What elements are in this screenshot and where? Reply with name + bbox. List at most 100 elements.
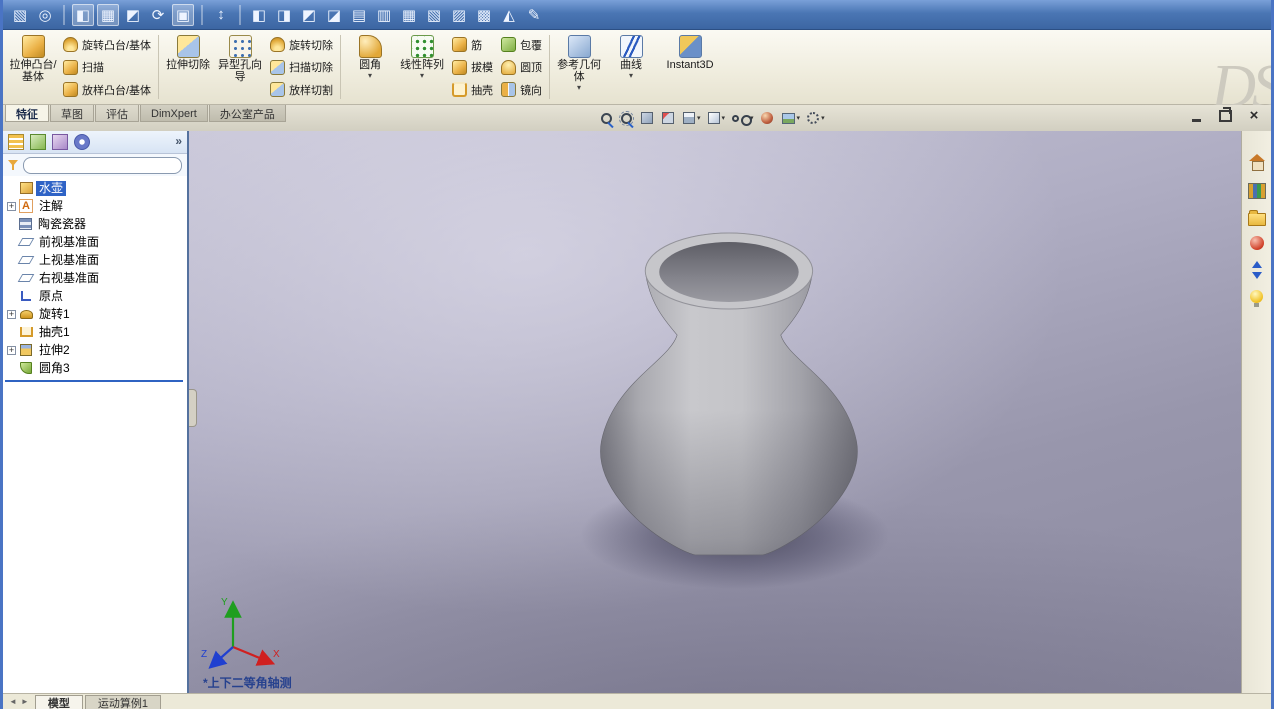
revolved-boss-button[interactable]: 旋转凸台/基体 — [59, 35, 155, 54]
expand-icon[interactable]: + — [7, 201, 16, 211]
fillet-button[interactable]: 圆角 ▾ — [344, 32, 396, 102]
linear-pattern-button[interactable]: 线性阵列 ▾ — [396, 32, 448, 102]
extruded-boss-button[interactable]: 拉伸凸台/基体 — [7, 32, 59, 102]
graphics-viewport[interactable]: Y X Z *上下二等角轴测 — [189, 131, 1241, 693]
featuremanager-tab[interactable] — [6, 132, 26, 152]
dome-button[interactable]: 圆顶 — [497, 58, 546, 77]
appearances-icon[interactable] — [1249, 236, 1264, 250]
lofted-boss-button[interactable]: 放样凸台/基体 — [59, 80, 155, 99]
display-style-icon[interactable]: ▾ — [707, 112, 725, 124]
tab-evaluate[interactable]: 评估 — [95, 105, 139, 122]
view-settings-icon[interactable]: ▾ — [807, 112, 825, 124]
tree-item-shell1[interactable]: 抽壳1 — [3, 323, 187, 341]
curves-button[interactable]: 曲线 ▾ — [605, 32, 657, 102]
lofted-cut-button[interactable]: 放样切割 — [266, 80, 337, 99]
shaded-display-icon[interactable]: ◩ — [122, 4, 144, 26]
apply-scene-icon[interactable]: ▾ — [781, 112, 800, 124]
model-tab[interactable]: 模型 — [34, 695, 83, 709]
tab-features[interactable]: 特征 — [5, 105, 49, 122]
view-bottom-icon[interactable]: ▥ — [373, 4, 395, 26]
expand-icon[interactable] — [7, 238, 16, 247]
reference-geometry-button[interactable]: 参考几何体 ▾ — [553, 32, 605, 102]
hide-show-items-icon[interactable]: ▾ — [732, 114, 754, 126]
dimxpertmanager-tab[interactable] — [72, 132, 92, 152]
file-explorer-icon[interactable] — [1247, 210, 1266, 226]
tab-dimxpert[interactable]: DimXpert — [140, 105, 208, 122]
rib-button[interactable]: 筋 — [448, 35, 497, 54]
mirror-button[interactable]: 镜向 — [497, 80, 546, 99]
view-front-icon[interactable]: ◧ — [248, 4, 270, 26]
view-normal-to-icon[interactable]: ▩ — [473, 4, 495, 26]
fullscreen-icon[interactable]: ▣ — [172, 3, 194, 26]
zoom-fit-icon[interactable] — [601, 112, 614, 124]
view-orientation-icon[interactable]: ▾ — [683, 112, 701, 124]
vase-model[interactable] — [189, 131, 1241, 693]
view-trimetric-icon[interactable]: ▨ — [448, 4, 470, 26]
expand-icon[interactable] — [7, 292, 16, 301]
draft-button[interactable]: 拔模 — [448, 58, 497, 77]
view-top-icon[interactable]: ▤ — [348, 4, 370, 26]
separator[interactable] — [63, 4, 65, 25]
tree-item-part[interactable]: 水壶 — [3, 179, 187, 197]
panel-overflow-chevron[interactable]: » — [175, 134, 182, 148]
dropdown-arrow-icon[interactable]: ▾ — [577, 84, 581, 92]
tab-sketch[interactable]: 草图 — [50, 105, 94, 122]
globe-icon[interactable]: ◎ — [34, 4, 56, 26]
propertymanager-tab[interactable] — [28, 132, 48, 152]
expand-icon[interactable] — [7, 220, 16, 229]
wrap-button[interactable]: 包覆 — [497, 35, 546, 54]
tab-office-products[interactable]: 办公室产品 — [208, 105, 286, 122]
tab-scroll-right-icon[interactable]: ► — [19, 697, 31, 706]
resources-home-icon[interactable] — [1247, 153, 1267, 173]
tab-scroll-left-icon[interactable]: ◄ — [7, 697, 19, 706]
view-back-icon[interactable]: ◨ — [273, 4, 295, 26]
section-view-icon[interactable] — [662, 112, 676, 124]
tree-item-annotations[interactable]: + A 注解 — [3, 197, 187, 215]
tree-item-fillet3[interactable]: 圆角3 — [3, 359, 187, 377]
hole-wizard-button[interactable]: 异型孔向导 — [214, 32, 266, 102]
sweep-button[interactable]: 扫描 — [59, 58, 155, 77]
motion-study1-tab[interactable]: 运动算例1 — [84, 695, 161, 709]
zoom-area-icon[interactable] — [619, 110, 634, 126]
rollback-bar[interactable] — [5, 380, 183, 382]
expand-icon[interactable] — [7, 274, 16, 283]
expand-icon[interactable] — [7, 364, 16, 373]
separator[interactable] — [201, 4, 203, 25]
expand-icon[interactable] — [7, 328, 16, 337]
view-right-icon[interactable]: ◪ — [323, 4, 345, 26]
multi-viewport-icon[interactable]: ▦ — [97, 3, 119, 26]
revolved-cut-button[interactable]: 旋转切除 — [266, 35, 337, 54]
minimize-button[interactable] — [1189, 109, 1203, 123]
measure-icon[interactable]: ↕ — [210, 4, 232, 26]
restore-button[interactable] — [1218, 107, 1232, 123]
rebuild-icon[interactable]: ⟳ — [147, 4, 169, 26]
tree-item-origin[interactable]: 原点 — [3, 287, 187, 305]
custom-properties-icon[interactable] — [1247, 260, 1267, 280]
tree-item-material[interactable]: 陶瓷瓷器 — [3, 215, 187, 233]
instant3d-button[interactable]: Instant3D — [657, 32, 723, 102]
tree-item-top-plane[interactable]: 上视基准面 — [3, 251, 187, 269]
tree-item-right-plane[interactable]: 右视基准面 — [3, 269, 187, 287]
dropdown-arrow-icon[interactable]: ▾ — [629, 72, 633, 80]
view-dimetric-icon[interactable]: ▧ — [423, 4, 445, 26]
separator[interactable] — [239, 4, 241, 25]
view-left-icon[interactable]: ◩ — [298, 4, 320, 26]
sketch-tool-icon[interactable]: ▧ — [9, 4, 31, 26]
panel-splitter-handle[interactable] — [189, 389, 197, 427]
extruded-cut-button[interactable]: 拉伸切除 — [162, 32, 214, 102]
single-viewport-icon[interactable]: ◧ — [72, 3, 94, 26]
view-isometric-icon[interactable]: ▦ — [398, 4, 420, 26]
render-tools-icon[interactable] — [1250, 290, 1263, 307]
configurationmanager-tab[interactable] — [50, 132, 70, 152]
tree-filter-input[interactable] — [23, 156, 182, 174]
design-library-icon[interactable] — [1247, 183, 1266, 199]
expand-icon[interactable] — [7, 184, 16, 193]
sketch-pencil-icon[interactable]: ✎ — [523, 4, 545, 26]
expand-icon[interactable] — [7, 256, 16, 265]
tree-item-front-plane[interactable]: 前视基准面 — [3, 233, 187, 251]
section-view-icon[interactable]: ◭ — [498, 4, 520, 26]
expand-icon[interactable]: + — [7, 345, 16, 355]
dropdown-arrow-icon[interactable]: ▾ — [420, 72, 424, 80]
swept-cut-button[interactable]: 扫描切除 — [266, 58, 337, 77]
edit-appearance-icon[interactable] — [760, 112, 775, 124]
